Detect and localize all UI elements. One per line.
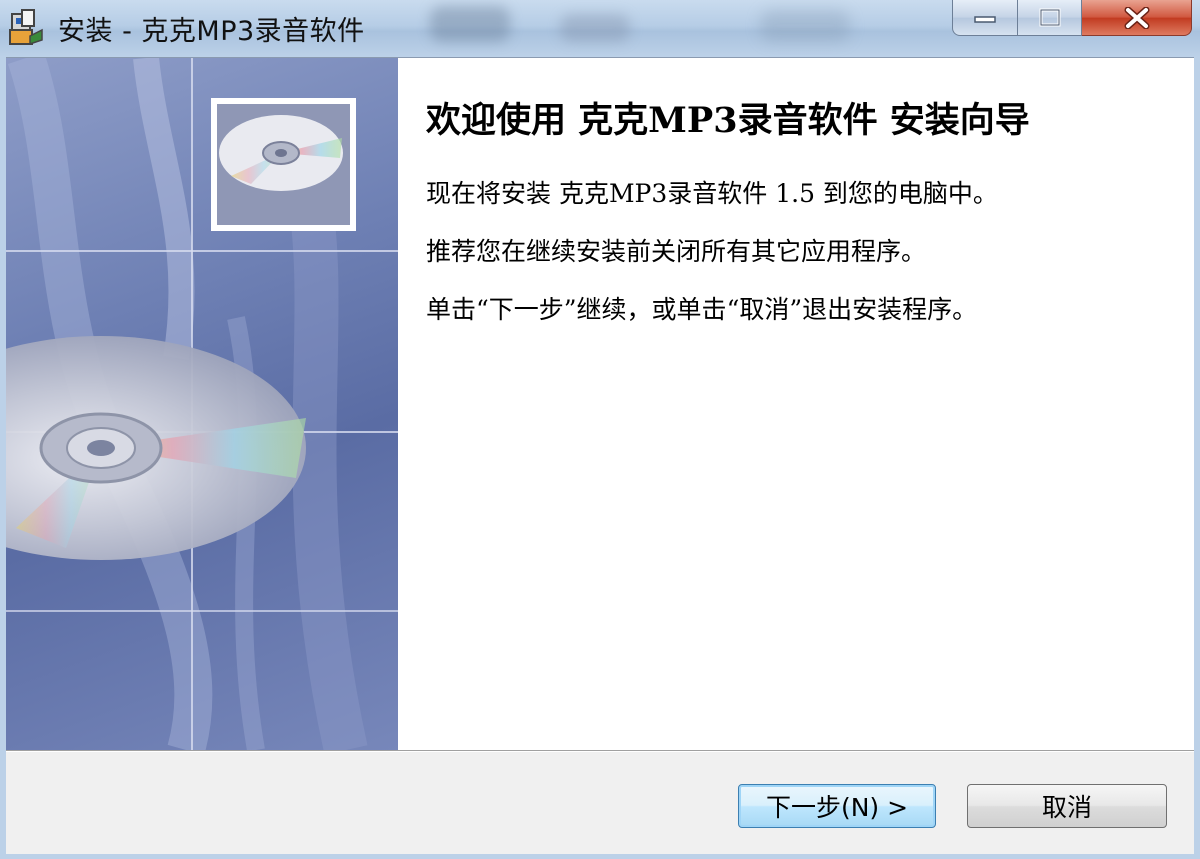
next-button[interactable]: 下一步(N) > <box>738 784 936 828</box>
window-title: 安装 - 克克MP3录音软件 <box>58 16 365 47</box>
page-title: 欢迎使用 克克MP3录音软件 安装向导 <box>426 100 1030 141</box>
cd-disc-icon <box>6 336 306 560</box>
instruction-text: 单击“下一步”继续，或单击“取消”退出安装程序。 <box>426 295 978 324</box>
title-bar[interactable]: 安装 - 克克MP3录音软件 <box>0 0 1200 57</box>
maximize-button[interactable] <box>1018 0 1082 36</box>
wizard-window: 欢迎使用 克克MP3录音软件 安装向导 现在将安装 克克MP3录音软件 1.5 … <box>6 57 1194 854</box>
cancel-button[interactable]: 取消 <box>967 784 1167 828</box>
minimize-icon <box>974 15 996 23</box>
intro-text: 现在将安装 克克MP3录音软件 1.5 到您的电脑中。 <box>426 179 998 208</box>
close-button[interactable] <box>1082 0 1192 36</box>
maximize-icon <box>1039 8 1060 26</box>
installer-box-icon <box>8 8 46 46</box>
button-bar: 下一步(N) > 取消 <box>6 752 1194 854</box>
minimize-button[interactable] <box>952 0 1018 36</box>
recommend-text: 推荐您在继续安装前关闭所有其它应用程序。 <box>426 237 927 266</box>
cd-disc-icon <box>219 115 343 191</box>
wizard-banner-image <box>6 58 398 750</box>
welcome-panel: 欢迎使用 克克MP3录音软件 安装向导 现在将安装 克克MP3录音软件 1.5 … <box>398 58 1194 750</box>
close-icon <box>1124 6 1149 29</box>
